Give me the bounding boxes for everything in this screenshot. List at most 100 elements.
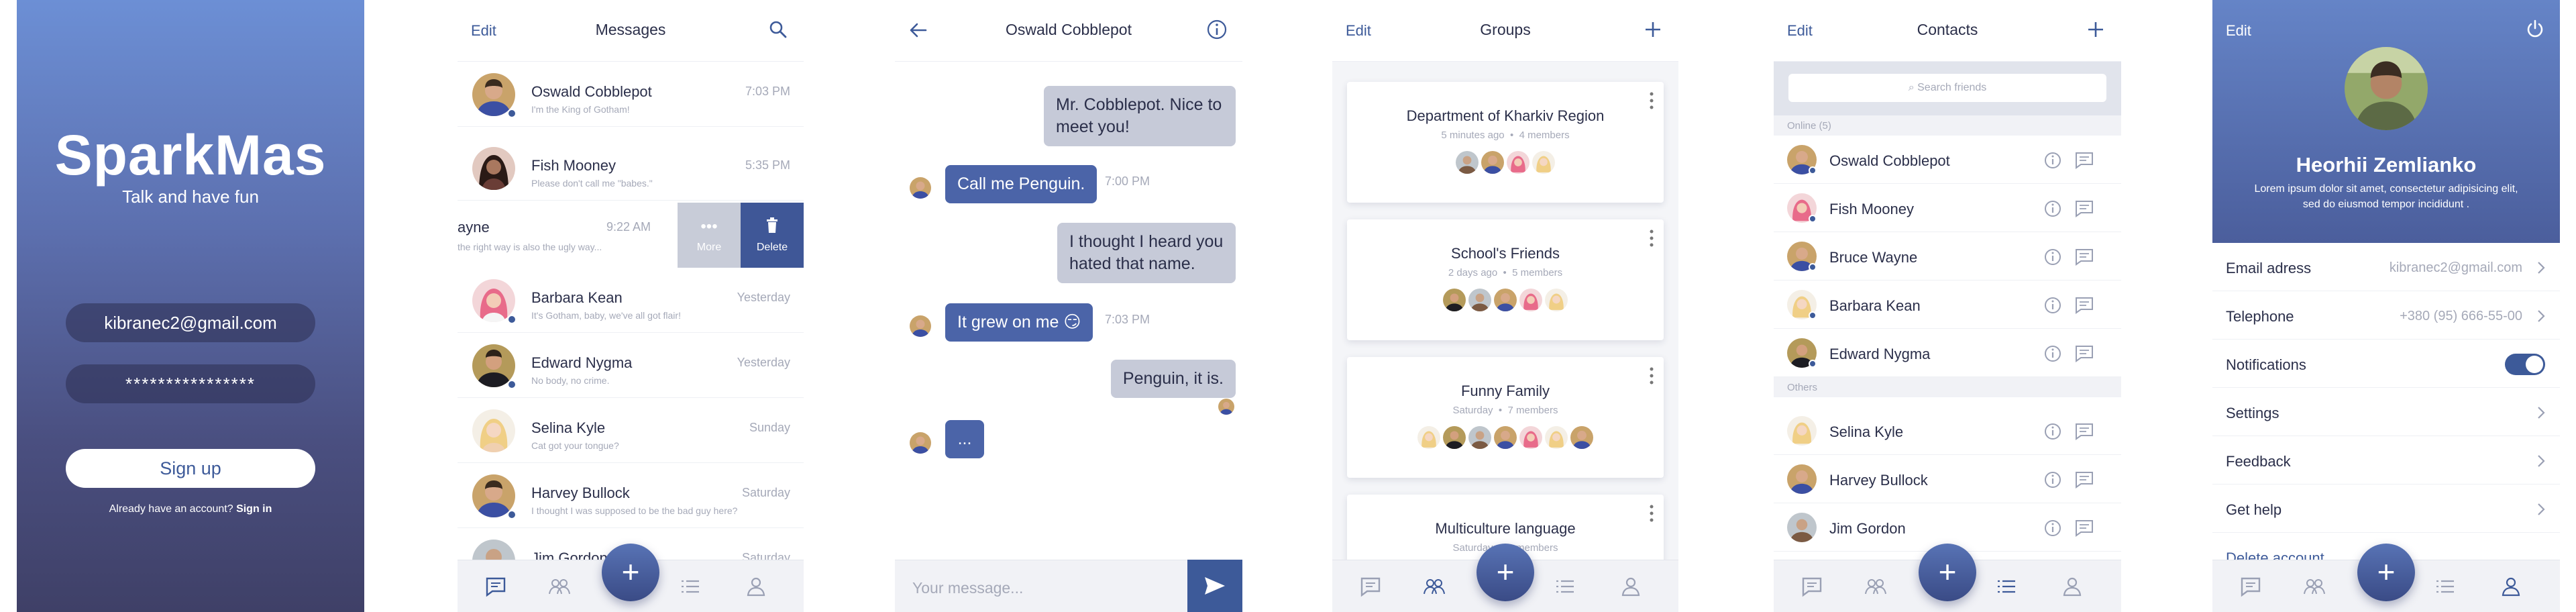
group-card[interactable]: School's Friends 2 days ago • 5 members [1347, 219, 1664, 340]
chevron-right-icon [2538, 262, 2545, 274]
online-section-label: Online (5) [1774, 115, 2121, 136]
message-time: 5:35 PM [745, 158, 790, 172]
notifications-row: Notifications [2212, 340, 2560, 388]
online-dot [1809, 263, 1817, 271]
message-icon[interactable] [2074, 470, 2094, 489]
list-tab-icon[interactable] [2434, 575, 2457, 598]
message-row[interactable]: Oswald Cobblepot I'm the King of Gotham!… [458, 62, 804, 127]
avatar [1545, 289, 1568, 311]
profile-tab-icon[interactable] [1619, 575, 1642, 598]
chat-tab-icon[interactable] [1801, 575, 1823, 598]
info-icon[interactable] [1206, 19, 1228, 40]
settings-row[interactable]: Settings [2212, 388, 2560, 436]
message-icon[interactable] [2074, 248, 2094, 266]
info-icon[interactable] [2043, 470, 2062, 489]
contact-row[interactable]: Oswald Cobblepot [1774, 136, 2121, 184]
plus-icon[interactable] [2085, 19, 2106, 40]
groups-tab-icon[interactable] [1423, 575, 1446, 598]
info-icon[interactable] [2043, 344, 2062, 363]
add-button[interactable]: + [1919, 544, 1976, 601]
add-button[interactable]: + [2357, 544, 2415, 601]
contact-name: Barbara Kean [1829, 297, 1921, 314]
contact-name: Oswald Cobblepot [1829, 152, 1950, 169]
edit-button[interactable]: Edit [2226, 22, 2251, 40]
add-button[interactable]: + [602, 544, 659, 601]
groups-tab-icon[interactable] [1864, 575, 1887, 598]
profile-avatar[interactable] [2345, 47, 2428, 130]
contact-row[interactable]: Edward Nygma [1774, 329, 2121, 377]
info-icon[interactable] [2043, 519, 2062, 538]
groups-tab-icon[interactable] [2303, 575, 2326, 598]
chat-tab-icon[interactable] [484, 575, 507, 598]
online-dot [1809, 166, 1817, 174]
swiped-message-row[interactable]: ayne the right way is also the ugly way.… [458, 203, 804, 268]
get-help-row[interactable]: Get help [2212, 484, 2560, 533]
chat-header: Oswald Cobblepot [895, 0, 1242, 62]
message-preview: Cat got your tongue? [531, 440, 619, 451]
more-button[interactable]: ••• More [678, 203, 741, 268]
group-name: Multiculture language [1435, 520, 1576, 537]
contact-row[interactable]: Selina Kyle [1774, 407, 2121, 455]
chat-tab-icon[interactable] [2239, 575, 2262, 598]
message-icon[interactable] [2074, 519, 2094, 538]
search-input[interactable]: ⌕ Search friends [1788, 74, 2106, 102]
delete-button[interactable]: Delete [741, 203, 804, 268]
message-preview: No body, no crime. [531, 375, 610, 386]
message-icon[interactable] [2074, 296, 2094, 315]
password-field[interactable]: **************** [66, 364, 315, 403]
contact-row[interactable]: Barbara Kean [1774, 280, 2121, 329]
contact-row[interactable]: Harvey Bullock [1774, 455, 2121, 503]
search-icon[interactable] [767, 19, 789, 40]
email-row[interactable]: Email adress kibranec2@gmail.com [2212, 243, 2560, 291]
profile-tab-icon[interactable] [2500, 575, 2522, 598]
profile-tab-icon[interactable] [2061, 575, 2084, 598]
plus-icon[interactable] [1642, 19, 1664, 40]
add-button[interactable]: + [1477, 544, 1534, 601]
groups-tab-icon[interactable] [548, 575, 571, 598]
info-icon[interactable] [2043, 199, 2062, 218]
message-icon[interactable] [2074, 344, 2094, 363]
power-icon[interactable] [2525, 19, 2545, 39]
feedback-row[interactable]: Feedback [2212, 436, 2560, 484]
send-button[interactable] [1187, 560, 1242, 612]
page-title: Contacts [1917, 21, 1978, 38]
message-icon[interactable] [2074, 199, 2094, 218]
tab-bar: + [1774, 544, 2121, 612]
group-card[interactable]: Department of Kharkiv Region 5 minutes a… [1347, 82, 1664, 203]
contact-name: Barbara Kean [531, 289, 623, 306]
message-input[interactable]: Your message... [895, 560, 1187, 612]
telephone-row[interactable]: Telephone +380 (95) 666-55-00 [2212, 291, 2560, 340]
message-icon[interactable] [2074, 151, 2094, 170]
info-icon[interactable] [2043, 248, 2062, 266]
tab-bar: + [2212, 544, 2560, 612]
list-tab-icon[interactable] [1554, 575, 1576, 598]
member-avatars [1347, 426, 1664, 450]
message-row[interactable]: Fish Mooney Please don't call me "babes.… [458, 136, 804, 201]
list-tab-icon[interactable] [1995, 575, 2018, 598]
contact-row[interactable]: Bruce Wayne [1774, 232, 2121, 280]
email-field[interactable]: kibranec2@gmail.com [66, 303, 315, 342]
message-row[interactable]: Selina Kyle Cat got your tongue? Sunday [458, 398, 804, 463]
info-icon[interactable] [2043, 422, 2062, 441]
contact-name: ayne [458, 219, 490, 236]
sign-up-button[interactable]: Sign up [66, 449, 315, 488]
page-title: Messages [595, 21, 666, 38]
chat-tab-icon[interactable] [1359, 575, 1382, 598]
message-row[interactable]: Edward Nygma No body, no crime. Yesterda… [458, 333, 804, 398]
list-tab-icon[interactable] [679, 575, 702, 598]
search-bar: ⌕ Search friends [1774, 62, 2121, 115]
profile-header: Edit Heorhii Zemlianko Lorem ipsum dolor… [2212, 0, 2560, 243]
info-icon[interactable] [2043, 151, 2062, 170]
message-row[interactable]: Barbara Kean It's Gotham, baby, we've al… [458, 268, 804, 333]
profile-tab-icon[interactable] [745, 575, 767, 598]
contact-row[interactable]: Fish Mooney [1774, 184, 2121, 232]
info-icon[interactable] [2043, 296, 2062, 315]
group-card[interactable]: Funny Family Saturday • 7 members [1347, 357, 1664, 478]
chevron-right-icon [2538, 310, 2545, 322]
group-name: School's Friends [1451, 245, 1560, 262]
message-row[interactable]: Harvey Bullock I thought I was supposed … [458, 463, 804, 528]
notifications-toggle[interactable] [2505, 354, 2545, 375]
groups-screen: Edit Groups Department of Kharkiv Region… [1332, 0, 1678, 612]
sign-in-link[interactable]: Sign in [236, 503, 272, 515]
message-icon[interactable] [2074, 422, 2094, 441]
